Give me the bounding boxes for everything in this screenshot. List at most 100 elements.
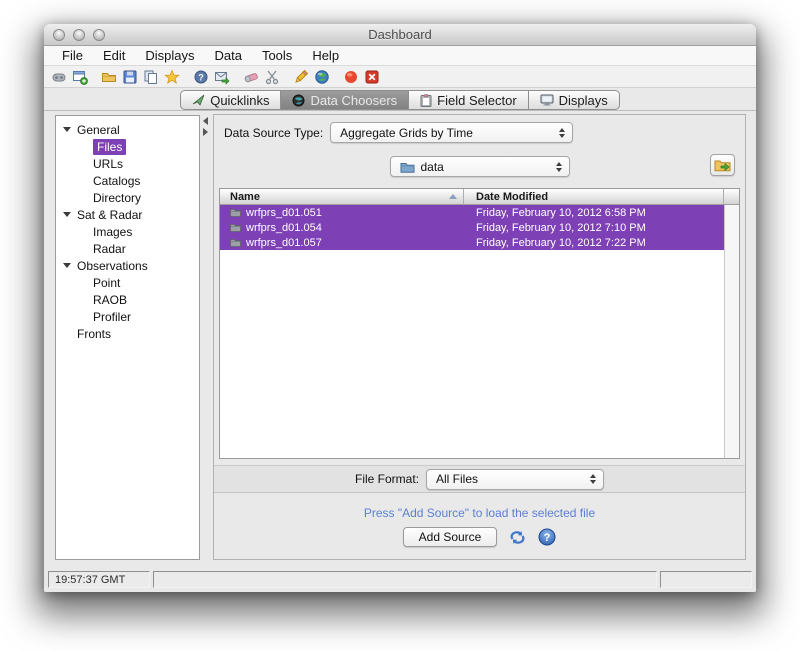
tree-item-raob[interactable]: RAOB [56, 291, 199, 308]
directory-select[interactable]: data [390, 156, 570, 177]
paper-plane-icon [192, 94, 205, 106]
tree-item-catalogs[interactable]: Catalogs [56, 172, 199, 189]
splitter-collapse-buttons [203, 117, 208, 136]
header-corner [724, 189, 739, 205]
window-controls [53, 29, 105, 41]
data-source-type-row: Data Source Type: Aggregate Grids by Tim… [214, 122, 745, 143]
menu-tools[interactable]: Tools [252, 47, 302, 64]
stop-delete-icon[interactable] [363, 68, 380, 85]
zoom-window-icon[interactable] [93, 29, 105, 41]
copy-icon[interactable] [142, 68, 159, 85]
monitor-icon [540, 94, 554, 106]
menu-edit[interactable]: Edit [93, 47, 135, 64]
file-chooser-panel: Data Source Type: Aggregate Grids by Tim… [213, 114, 746, 560]
dashboard-window: Dashboard File Edit Displays Data Tools … [44, 24, 756, 592]
menu-file[interactable]: File [52, 47, 93, 64]
disclosure-triangle-icon[interactable] [63, 212, 71, 217]
cut-scissors-icon[interactable] [263, 68, 280, 85]
tree-item-fronts[interactable]: Fronts [56, 325, 199, 342]
file-date-cell: Friday, February 10, 2012 7:10 PM [464, 222, 724, 234]
tab-label: Quicklinks [210, 93, 269, 108]
file-table-header: Name Date Modified [220, 189, 739, 205]
tree-group-observations[interactable]: Observations [56, 257, 199, 274]
status-bar: 19:57:37 GMT [44, 566, 756, 592]
column-label: Date Modified [476, 191, 548, 203]
column-header-date-modified[interactable]: Date Modified [464, 189, 724, 205]
tree-item-directory[interactable]: Directory [56, 189, 199, 206]
save-icon[interactable] [121, 68, 138, 85]
tree-item-images[interactable]: Images [56, 223, 199, 240]
file-name-cell: wrfprs_d01.051 [220, 207, 464, 219]
tree-label: General [77, 123, 120, 137]
tool-bar: ? [44, 66, 756, 88]
file-format-select[interactable]: All Files [426, 469, 604, 490]
globe-dark-icon [292, 94, 305, 107]
favorites-star-icon[interactable] [163, 68, 180, 85]
tab-field-selector[interactable]: Field Selector [409, 90, 528, 110]
console-icon[interactable] [50, 68, 67, 85]
menu-help[interactable]: Help [302, 47, 349, 64]
selected-directory: data [421, 160, 444, 174]
minimize-window-icon[interactable] [73, 29, 85, 41]
file-icon [230, 208, 241, 217]
directory-row: data [214, 156, 745, 178]
tab-label: Data Choosers [310, 93, 397, 108]
menu-bar: File Edit Displays Data Tools Help [44, 46, 756, 66]
tree-item-files[interactable]: Files [56, 138, 199, 155]
help-bubble-icon[interactable]: ? [192, 68, 209, 85]
file-name: wrfprs_d01.057 [246, 237, 322, 249]
tree-label: Profiler [93, 310, 131, 324]
collapse-right-icon[interactable] [203, 128, 208, 136]
tree-group-sat-radar[interactable]: Sat & Radar [56, 206, 199, 223]
refresh-icon[interactable] [508, 529, 527, 546]
svg-text:?: ? [198, 72, 204, 82]
globe-icon[interactable] [313, 68, 330, 85]
table-row[interactable]: wrfprs_d01.051 Friday, February 10, 2012… [220, 205, 724, 220]
open-folder-icon[interactable] [100, 68, 117, 85]
tab-quicklinks[interactable]: Quicklinks [180, 90, 281, 110]
add-source-button[interactable]: Add Source [403, 527, 498, 547]
tree-item-urls[interactable]: URLs [56, 155, 199, 172]
selected-data-source-type: Aggregate Grids by Time [340, 126, 473, 140]
tree-label: Observations [77, 259, 148, 273]
popup-arrows-icon [556, 162, 562, 172]
popup-arrows-icon [559, 128, 565, 138]
tab-label: Displays [559, 93, 608, 108]
new-window-icon[interactable] [71, 68, 88, 85]
selected-file-format: All Files [436, 472, 478, 486]
chooser-category-tree: General Files URLs Catalogs Directory Sa… [55, 115, 200, 560]
collapse-left-icon[interactable] [203, 117, 208, 125]
tree-item-profiler[interactable]: Profiler [56, 308, 199, 325]
table-row[interactable]: wrfprs_d01.057 Friday, February 10, 2012… [220, 235, 724, 250]
popup-arrows-icon [590, 474, 596, 484]
tab-data-choosers[interactable]: Data Choosers [281, 90, 409, 110]
clipboard-icon [420, 94, 432, 107]
tree-group-general[interactable]: General [56, 121, 199, 138]
tree-item-radar[interactable]: Radar [56, 240, 199, 257]
edit-pencil-icon[interactable] [292, 68, 309, 85]
disclosure-triangle-icon[interactable] [63, 127, 71, 132]
eraser-icon[interactable] [242, 68, 259, 85]
file-format-bar: File Format: All Files [214, 465, 745, 493]
data-choosers-panel: General Files URLs Catalogs Directory Sa… [44, 110, 756, 566]
change-directory-button[interactable] [710, 154, 735, 176]
menu-data[interactable]: Data [204, 47, 251, 64]
folder-icon [400, 161, 415, 173]
tab-displays[interactable]: Displays [529, 90, 620, 110]
table-row[interactable]: wrfprs_d01.054 Friday, February 10, 2012… [220, 220, 724, 235]
title-bar: Dashboard [44, 24, 756, 46]
column-header-name[interactable]: Name [220, 189, 464, 205]
clock-display: 19:57:37 GMT [48, 571, 150, 588]
help-icon[interactable]: ? [538, 528, 556, 546]
disclosure-triangle-icon[interactable] [63, 263, 71, 268]
menu-displays[interactable]: Displays [135, 47, 204, 64]
tree-label: URLs [93, 157, 123, 171]
send-message-icon[interactable] [213, 68, 230, 85]
data-source-type-select[interactable]: Aggregate Grids by Time [330, 122, 573, 143]
close-window-icon[interactable] [53, 29, 65, 41]
tree-item-point[interactable]: Point [56, 274, 199, 291]
record-icon[interactable] [342, 68, 359, 85]
table-scrollbar[interactable] [724, 205, 739, 458]
file-format-label: File Format: [355, 472, 419, 486]
file-date-cell: Friday, February 10, 2012 7:22 PM [464, 237, 724, 249]
